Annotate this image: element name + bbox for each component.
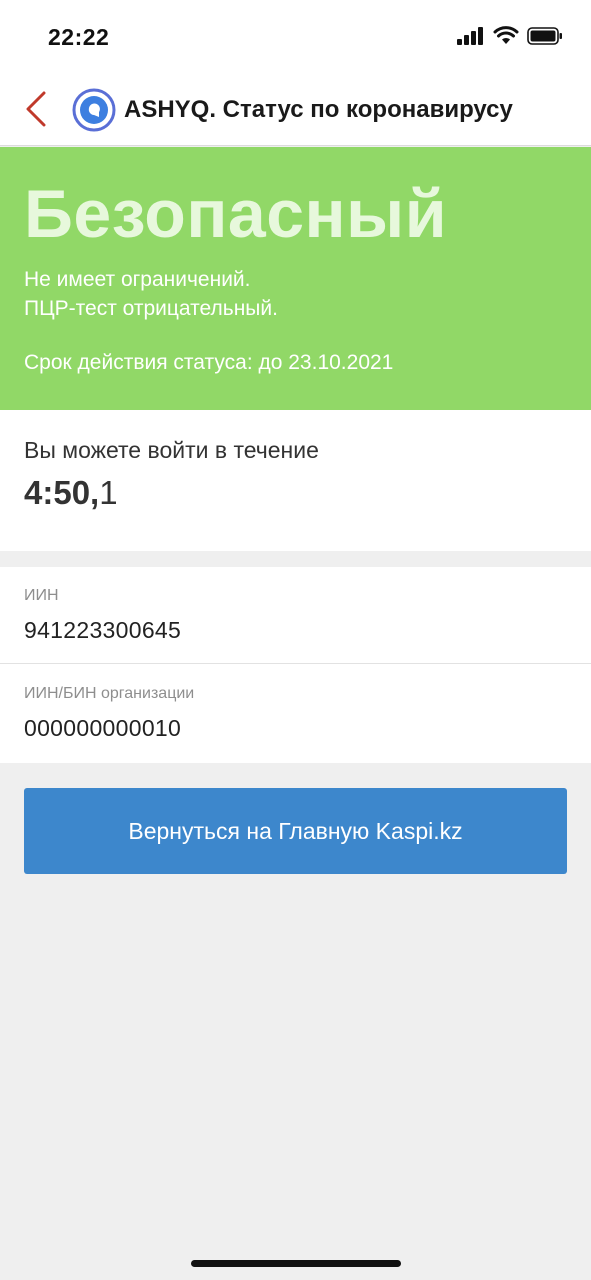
status-line-pcr: ПЦР-тест отрицательный.	[24, 297, 278, 320]
status-validity: Срок действия статуса: до 23.10.2021	[24, 351, 394, 374]
org-row: ИИН/БИН организации 000000000010	[0, 665, 591, 763]
iin-value: 941223300645	[24, 617, 182, 643]
org-value: 000000000010	[24, 715, 182, 741]
timer-fraction: 1	[99, 474, 118, 511]
timer-value: 4:50,1	[24, 473, 567, 513]
timer-minutes-seconds: 4:50,	[24, 474, 100, 511]
wifi-icon	[493, 26, 519, 50]
timer-label: Вы можете войти в течение	[24, 437, 319, 463]
iin-label: ИИН	[24, 587, 59, 604]
return-home-button[interactable]: Вернуться на Главную Kaspi.kz	[24, 788, 567, 874]
status-line-restrictions: Не имеет ограничений.	[24, 268, 251, 291]
org-label: ИИН/БИН организации	[24, 685, 195, 702]
ashyq-logo-icon	[72, 88, 116, 132]
nav-bar: ASHYQ. Статус по коронавирусу	[0, 76, 591, 146]
info-section: ИИН 941223300645 ИИН/БИН организации 000…	[0, 567, 591, 763]
battery-icon	[527, 26, 563, 50]
chevron-left-icon	[24, 91, 48, 132]
cellular-signal-icon	[457, 26, 485, 50]
status-card: Безопасный Не имеет ограничений. ПЦР-тес…	[0, 147, 591, 410]
home-indicator[interactable]	[191, 1260, 401, 1267]
status-bar: 22:22	[0, 0, 591, 76]
page-title: ASHYQ. Статус по коронавирусу	[124, 96, 513, 123]
status-heading: Безопасный	[24, 176, 447, 252]
status-icons	[457, 26, 563, 50]
back-button[interactable]	[14, 88, 58, 134]
status-time: 22:22	[48, 24, 110, 50]
iin-row: ИИН 941223300645	[0, 567, 591, 664]
timer-section: Вы можете войти в течение 4:50,1	[0, 410, 591, 551]
status-description: Не имеет ограничений. ПЦР-тест отрицател…	[24, 265, 567, 323]
